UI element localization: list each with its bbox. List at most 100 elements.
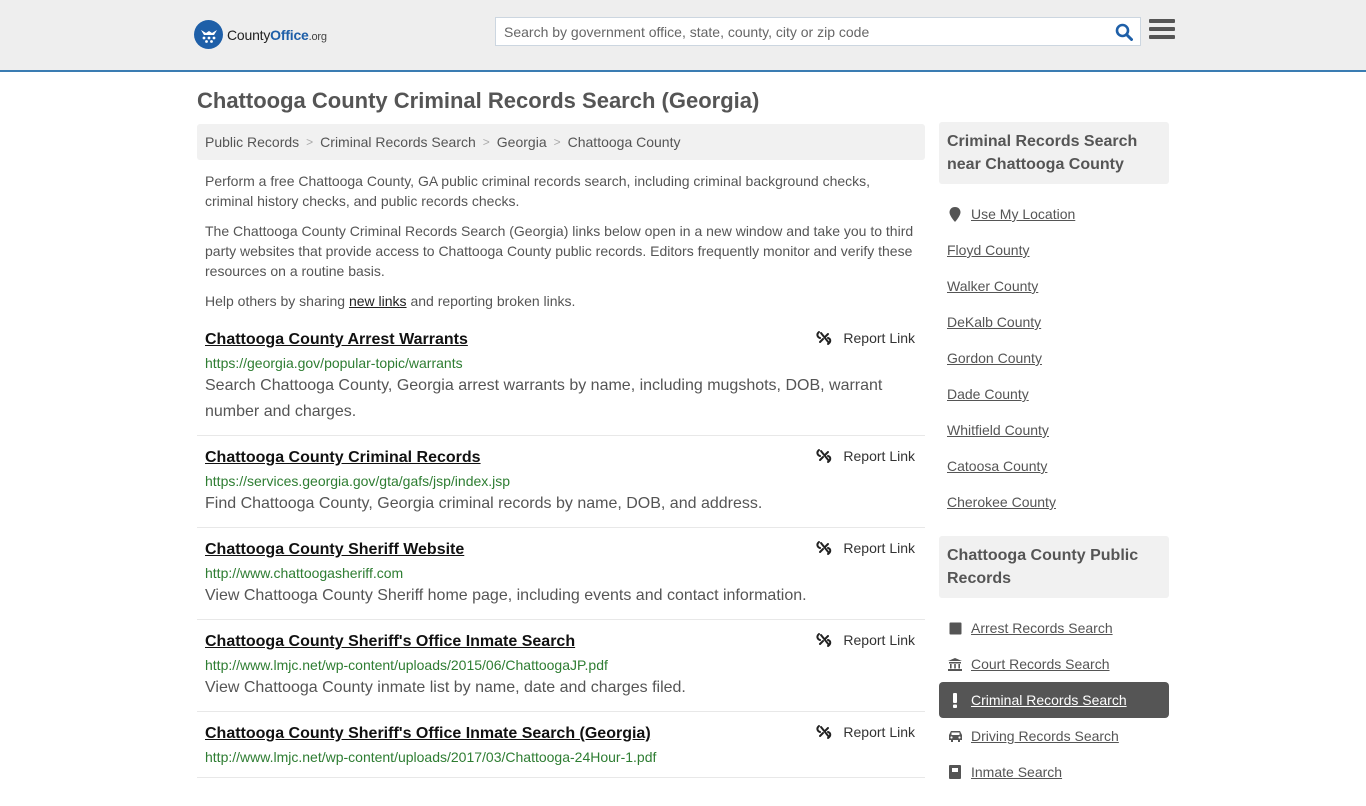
nearby-county-item: Walker County: [939, 268, 1169, 304]
result-url: http://www.chattoogasheriff.com: [205, 565, 404, 581]
nearby-county-item: DeKalb County: [939, 304, 1169, 340]
nearby-county-item: Catoosa County: [939, 448, 1169, 484]
result-description: View Chattooga County Sheriff home page,…: [205, 587, 807, 604]
nearby-county-link[interactable]: Walker County: [947, 278, 1038, 294]
nearby-county-link[interactable]: Dade County: [947, 386, 1029, 402]
intro-text-span: Help others by sharing: [205, 293, 349, 309]
breadcrumb-chattooga-county[interactable]: Chattooga County: [568, 134, 681, 150]
breadcrumb-georgia[interactable]: Georgia: [497, 134, 547, 150]
logo-text-county: County: [227, 26, 271, 43]
result-description: Search Chattooga County, Georgia arrest …: [205, 377, 883, 420]
nearby-county-link[interactable]: Whitfield County: [947, 422, 1049, 438]
result-title-link[interactable]: Chattooga County Sheriff's Office Inmate…: [205, 630, 575, 654]
nearby-county-item: Cherokee County: [939, 484, 1169, 520]
sidebar-item-court-records: Court Records Search: [939, 646, 1169, 682]
report-link-button[interactable]: Report Link: [816, 724, 915, 740]
breadcrumb-public-records[interactable]: Public Records: [205, 134, 299, 150]
nearby-county-link[interactable]: Gordon County: [947, 350, 1042, 366]
intro-paragraph-1: Perform a free Chattooga County, GA publ…: [205, 173, 871, 209]
search-button[interactable]: [1108, 18, 1140, 45]
broken-link-icon: [816, 449, 832, 463]
intro-paragraph-3: Help others by sharing new links and rep…: [205, 291, 920, 311]
intro-text: Perform a free Chattooga County, GA publ…: [205, 171, 920, 321]
courthouse-icon: [947, 657, 963, 671]
search-bar: [495, 17, 1141, 46]
nearby-county-link[interactable]: Catoosa County: [947, 458, 1047, 474]
report-link-label: Report Link: [843, 632, 915, 648]
public-records-list: Arrest Records Search Court Records Sear…: [939, 598, 1169, 790]
hamburger-menu-icon-bar: [1149, 35, 1175, 39]
hamburger-menu-button[interactable]: [1149, 19, 1175, 43]
public-records-heading: Chattooga County Public Records: [939, 536, 1169, 598]
result-description: Find Chattooga County, Georgia criminal …: [205, 495, 763, 512]
intro-paragraph-2: The Chattooga County Criminal Records Se…: [205, 223, 914, 279]
sidebar-item-driving-records: Driving Records Search: [939, 718, 1169, 754]
sidebar-item-arrest-records: Arrest Records Search: [939, 610, 1169, 646]
inmate-icon: [947, 765, 963, 779]
nearby-county-item: Gordon County: [939, 340, 1169, 376]
result-url: http://www.lmjc.net/wp-content/uploads/2…: [205, 749, 657, 765]
hamburger-menu-icon-bar: [1149, 19, 1175, 23]
car-icon: [947, 730, 963, 742]
breadcrumb-separator: >: [482, 135, 490, 149]
nearby-list: Use My Location Floyd County Walker Coun…: [939, 184, 1169, 520]
new-links-link[interactable]: new links: [349, 293, 407, 309]
report-link-label: Report Link: [843, 724, 915, 740]
arrest-records-link[interactable]: Arrest Records Search: [971, 620, 1113, 636]
driving-records-link[interactable]: Driving Records Search: [971, 728, 1119, 744]
result-item: Chattooga County Arrest Warrants Report …: [197, 328, 925, 436]
nearby-county-item: Dade County: [939, 376, 1169, 412]
search-icon: [1115, 23, 1133, 41]
report-link-label: Report Link: [843, 540, 915, 556]
result-item: Chattooga County Sheriff's Office Inmate…: [197, 630, 925, 712]
logo-text-org: .org: [308, 30, 327, 43]
nearby-county-link[interactable]: DeKalb County: [947, 314, 1041, 330]
breadcrumb-separator: >: [553, 135, 561, 149]
logo-wordmark: CountyOffice.org: [227, 27, 327, 43]
eagle-logo-icon: [194, 20, 223, 49]
nearby-heading: Criminal Records Search near Chattooga C…: [939, 122, 1169, 184]
breadcrumb-separator: >: [306, 135, 314, 149]
nearby-county-link[interactable]: Cherokee County: [947, 494, 1056, 510]
use-my-location-link[interactable]: Use My Location: [971, 206, 1075, 222]
criminal-records-link[interactable]: Criminal Records Search: [971, 692, 1127, 708]
site-logo[interactable]: CountyOffice.org: [194, 20, 327, 49]
breadcrumb: Public Records > Criminal Records Search…: [197, 124, 925, 160]
results-list: Chattooga County Arrest Warrants Report …: [197, 328, 925, 788]
inmate-search-link[interactable]: Inmate Search: [971, 764, 1062, 780]
result-title-link[interactable]: Chattooga County Arrest Warrants: [205, 328, 468, 352]
report-link-button[interactable]: Report Link: [816, 330, 915, 346]
result-title-link[interactable]: Chattooga County Sheriff's Office Inmate…: [205, 722, 651, 746]
logo-text-office: Office: [270, 26, 309, 43]
result-title-link[interactable]: Chattooga County Sheriff Website: [205, 538, 464, 562]
use-my-location-item: Use My Location: [939, 196, 1169, 232]
result-description: View Chattooga County inmate list by nam…: [205, 679, 686, 696]
result-item: Chattooga County Sheriff's Office Inmate…: [197, 722, 925, 778]
broken-link-icon: [816, 633, 832, 647]
breadcrumb-criminal-records-search[interactable]: Criminal Records Search: [320, 134, 476, 150]
report-link-button[interactable]: Report Link: [816, 540, 915, 556]
sidebar-item-criminal-records: Criminal Records Search: [939, 682, 1169, 718]
report-link-button[interactable]: Report Link: [816, 448, 915, 464]
report-link-label: Report Link: [843, 330, 915, 346]
sidebar: Criminal Records Search near Chattooga C…: [939, 122, 1169, 806]
exclamation-icon: [947, 692, 963, 708]
result-title-link[interactable]: Chattooga County Criminal Records: [205, 446, 481, 470]
map-marker-icon: [947, 206, 963, 222]
intro-text-span: and reporting broken links.: [406, 293, 576, 309]
search-input[interactable]: [496, 18, 1108, 45]
broken-link-icon: [816, 331, 832, 345]
broken-link-icon: [816, 541, 832, 555]
square-icon: [947, 622, 963, 635]
hamburger-menu-icon-bar: [1149, 27, 1175, 31]
page-title: Chattooga County Criminal Records Search…: [197, 88, 760, 113]
nearby-county-link[interactable]: Floyd County: [947, 242, 1029, 258]
court-records-link[interactable]: Court Records Search: [971, 656, 1110, 672]
result-item: Chattooga County Criminal Records Report…: [197, 446, 925, 528]
report-link-button[interactable]: Report Link: [816, 632, 915, 648]
report-link-label: Report Link: [843, 448, 915, 464]
nearby-county-item: Whitfield County: [939, 412, 1169, 448]
result-url: https://georgia.gov/popular-topic/warran…: [205, 355, 463, 371]
result-item: Chattooga County Sheriff Website Report …: [197, 538, 925, 620]
result-url: https://services.georgia.gov/gta/gafs/js…: [205, 473, 511, 489]
